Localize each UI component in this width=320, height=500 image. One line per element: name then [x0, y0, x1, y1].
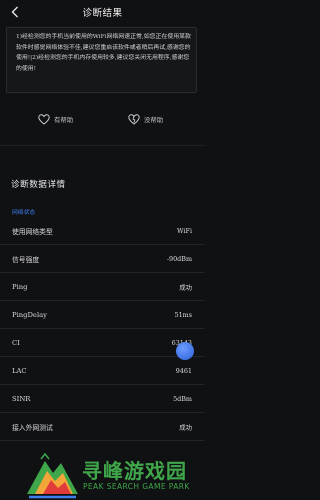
heart-icon — [38, 113, 50, 125]
detail-label: PingDelay — [12, 310, 48, 319]
detail-label: CI — [12, 338, 20, 347]
detail-label: 信号强度 — [12, 255, 40, 264]
diagnosis-result-box: 1)经检测您的手机当前使用的WiFi网络网速正常,如您正在使用某款软件时感觉网络… — [6, 27, 197, 93]
detail-row-ping-delay: PingDelay 51ms — [0, 301, 205, 329]
helpful-button[interactable]: 有帮助 — [38, 112, 73, 126]
not-helpful-button[interactable]: 没帮助 — [128, 112, 163, 126]
network-status-subtitle: 网络状态 — [12, 210, 36, 216]
floating-action-button[interactable] — [176, 342, 194, 360]
detail-value: 51ms — [174, 310, 192, 319]
broken-heart-icon — [128, 113, 140, 125]
detail-row-ci: CI 63143 — [0, 329, 205, 357]
section-divider — [0, 145, 205, 146]
watermark-title: 寻峰游戏园 — [82, 459, 187, 483]
detail-label: Ping — [12, 282, 28, 291]
mountain-logo-icon — [27, 452, 78, 499]
detail-row-external-network: 接入外网测试 成功 — [0, 413, 205, 441]
detail-row-signal-strength: 信号强度 -90dBm — [0, 245, 205, 273]
detail-row-sinr: SINR 5dBm — [0, 385, 205, 413]
watermark-subtitle: PEAK SEARCH GAME PARK — [83, 482, 190, 491]
detail-value: 9461 — [175, 366, 192, 375]
detail-label: SINR — [12, 394, 31, 403]
detail-value: -90dBm — [166, 254, 192, 263]
page-title: 诊断结果 — [82, 8, 123, 19]
detail-row-network-type: 使用网络类型 WiFi — [0, 217, 205, 245]
detail-value: 成功 — [179, 423, 192, 431]
detail-label: 使用网络类型 — [12, 227, 53, 236]
detail-value: 成功 — [179, 283, 192, 291]
details-section-title: 诊断数据详情 — [11, 180, 66, 190]
back-button[interactable] — [8, 5, 22, 19]
chevron-left-icon — [11, 6, 18, 18]
not-helpful-label: 没帮助 — [144, 115, 164, 124]
detail-label: LAC — [12, 366, 27, 375]
detail-value: WiFi — [177, 226, 192, 235]
detail-row-ping: Ping 成功 — [0, 273, 205, 301]
watermark: 寻峰游戏园 PEAK SEARCH GAME PARK — [25, 449, 205, 500]
detail-row-lac: LAC 9461 — [0, 357, 205, 385]
detail-value: 5dBm — [173, 394, 192, 403]
diagnosis-result-text: 1)经检测您的手机当前使用的WiFi网络网速正常,如您正在使用某款软件时感觉网络… — [16, 34, 191, 72]
top-bar: 诊断结果 — [0, 0, 205, 24]
detail-label: 接入外网测试 — [12, 423, 53, 432]
helpful-label: 有帮助 — [54, 115, 74, 124]
